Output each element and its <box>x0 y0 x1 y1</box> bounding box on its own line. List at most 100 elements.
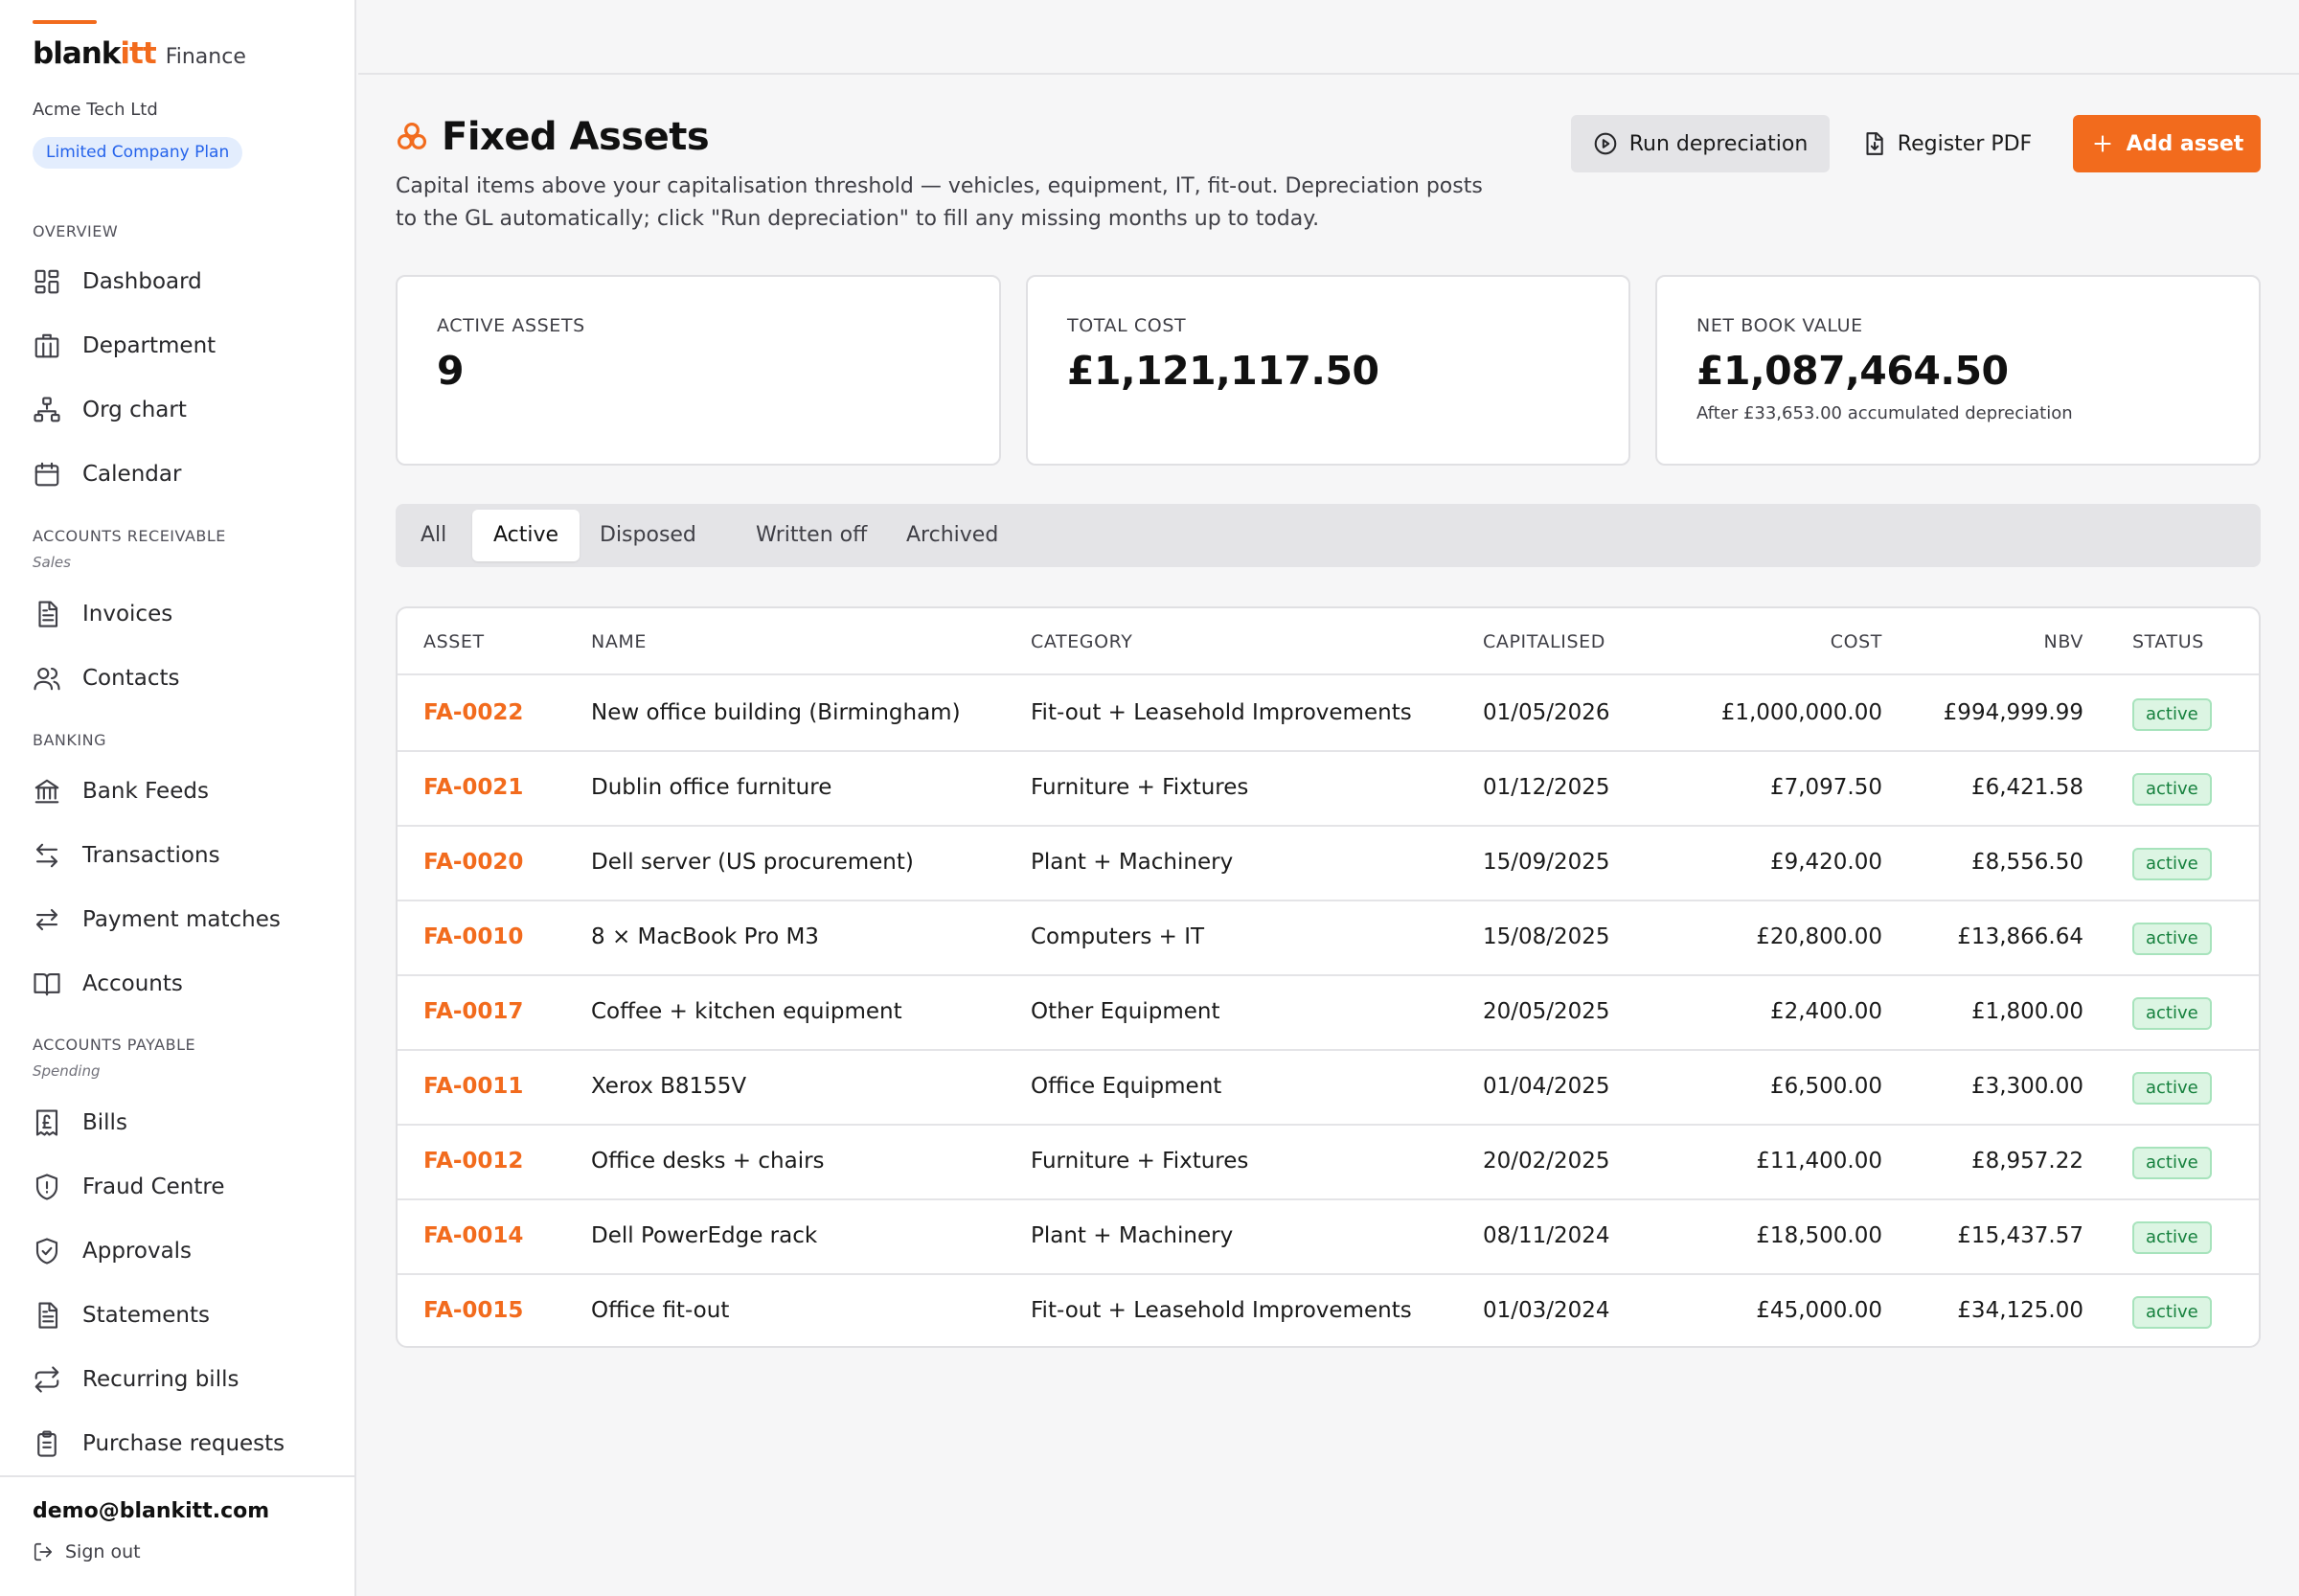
transactions-icon <box>35 843 58 868</box>
stat-label: NET BOOK VALUE <box>1696 315 1863 336</box>
sidebar-item-bank-feeds[interactable]: Bank Feeds <box>33 768 330 814</box>
add-asset-button[interactable]: Add asset <box>2073 115 2261 172</box>
sidebar-item-bills[interactable]: Bills <box>33 1100 330 1146</box>
tab-disposed[interactable]: Disposed <box>579 510 717 561</box>
register-pdf-button[interactable]: Register PDF <box>1851 115 2042 172</box>
column-header-capitalised[interactable]: CAPITALISED <box>1483 631 1605 652</box>
shield-check-icon <box>35 1238 58 1265</box>
asset-id-link[interactable]: FA-0017 <box>423 999 523 1024</box>
document-icon <box>38 601 58 627</box>
asset-cost: £1,000,000.00 <box>1720 700 1882 725</box>
sidebar-item-label: Department <box>82 333 216 358</box>
brand-logo[interactable]: blankitt Finance <box>33 36 246 71</box>
repeat-icon <box>34 1366 59 1393</box>
assets-icon <box>397 122 427 149</box>
asset-category: Furniture + Fixtures <box>1031 775 1249 800</box>
sidebar-item-payment-matches[interactable]: Payment matches <box>33 897 330 943</box>
asset-id-link[interactable]: FA-0022 <box>423 700 523 725</box>
table-row[interactable]: FA-0017 Coffee + kitchen equipment Other E… <box>398 976 2259 1051</box>
column-header-category[interactable]: CATEGORY <box>1031 631 1132 652</box>
asset-category: Plant + Machinery <box>1031 850 1234 875</box>
company-name: Acme Tech Ltd <box>33 100 158 120</box>
table-row[interactable]: FA-0010 8 × MacBook Pro M3 Computers + IT 1… <box>398 901 2259 976</box>
sidebar-item-label: Invoices <box>82 602 173 627</box>
table-row[interactable]: FA-0021 Dublin office furniture Furniture … <box>398 752 2259 827</box>
asset-category: Plant + Machinery <box>1031 1223 1234 1248</box>
asset-category: Office Equipment <box>1031 1074 1222 1099</box>
asset-cost: £45,000.00 <box>1756 1298 1882 1323</box>
sidebar-item-recurring-bills[interactable]: Recurring bills <box>33 1357 330 1402</box>
brand-accent-bar <box>33 20 97 24</box>
asset-name: Coffee + kitchen equipment <box>591 999 902 1024</box>
table-row[interactable]: FA-0020 Dell server (US procurement) Plant… <box>398 827 2259 901</box>
asset-category: Fit-out + Leasehold Improvements <box>1031 700 1412 725</box>
asset-capitalised-date: 08/11/2024 <box>1483 1223 1610 1248</box>
sidebar-item-label: Approvals <box>82 1239 193 1264</box>
assets-table: ASSET NAME CATEGORY CAPITALISED COST NBV… <box>396 606 2261 1348</box>
tab-all[interactable]: All <box>399 510 467 561</box>
tab-active[interactable]: Active <box>472 510 580 561</box>
sidebar-item-transactions[interactable]: Transactions <box>33 832 330 878</box>
asset-name: New office building (Birmingham) <box>591 700 961 725</box>
tab-written-off[interactable]: Written off <box>735 510 888 561</box>
sidebar-item-label: Payment matches <box>82 907 281 932</box>
sidebar-item-dashboard[interactable]: Dashboard <box>33 259 330 305</box>
column-header-cost[interactable]: COST <box>1831 631 1882 652</box>
status-badge: active <box>2132 997 2212 1030</box>
asset-capitalised-date: 15/08/2025 <box>1483 924 1610 949</box>
table-row[interactable]: FA-0012 Office desks + chairs Furniture + … <box>398 1126 2259 1200</box>
page-header: Fixed Assets <box>396 115 710 159</box>
org-chart-icon <box>34 397 60 422</box>
sidebar-item-label: Transactions <box>82 843 220 868</box>
stat-card-active-assets: ACTIVE ASSETS 9 <box>396 275 1001 466</box>
run-depreciation-button[interactable]: Run depreciation <box>1571 115 1830 172</box>
table-row[interactable]: FA-0014 Dell PowerEdge rack Plant + Machin… <box>398 1200 2259 1275</box>
stat-card-total-cost: TOTAL COST £1,121,117.50 <box>1026 275 1630 466</box>
sidebar-item-approvals[interactable]: Approvals <box>33 1228 330 1274</box>
sidebar-item-purchase-requests[interactable]: Purchase requests <box>33 1421 330 1467</box>
stat-value: 9 <box>437 348 465 394</box>
asset-name: Dublin office furniture <box>591 775 832 800</box>
status-badge: active <box>2132 1221 2212 1254</box>
stat-label: TOTAL COST <box>1067 315 1187 336</box>
sidebar-item-label: Contacts <box>82 666 180 691</box>
nav-section-banking: BANKING <box>33 731 106 749</box>
asset-id-link[interactable]: FA-0015 <box>423 1298 523 1323</box>
asset-id-link[interactable]: FA-0010 <box>423 924 523 949</box>
column-header-name[interactable]: NAME <box>591 631 647 652</box>
asset-id-link[interactable]: FA-0012 <box>423 1149 523 1174</box>
asset-nbv: £1,800.00 <box>1970 999 2083 1024</box>
sidebar-item-statements[interactable]: Statements <box>33 1292 330 1338</box>
nav-section-accounts-payable: ACCOUNTS PAYABLE <box>33 1036 196 1054</box>
asset-id-link[interactable]: FA-0011 <box>423 1074 523 1099</box>
status-badge: active <box>2132 773 2212 806</box>
asset-id-link[interactable]: FA-0020 <box>423 850 523 875</box>
column-header-status[interactable]: STATUS <box>2132 631 2204 652</box>
asset-id-link[interactable]: FA-0014 <box>423 1223 523 1248</box>
asset-capitalised-date: 20/02/2025 <box>1483 1149 1610 1174</box>
sidebar-item-department[interactable]: Department <box>33 323 330 369</box>
table-row[interactable]: FA-0011 Xerox B8155V Office Equipment 01/04… <box>398 1051 2259 1126</box>
table-row[interactable]: FA-0015 Office fit-out Fit-out + Leasehold… <box>398 1275 2259 1346</box>
sidebar-item-org-chart[interactable]: Org chart <box>33 387 330 433</box>
building-icon <box>34 333 59 358</box>
nav-section-accounts-receivable: ACCOUNTS RECEIVABLE <box>33 527 226 545</box>
sidebar-item-invoices[interactable]: Invoices <box>33 591 330 637</box>
asset-name: Dell server (US procurement) <box>591 850 914 875</box>
column-header-nbv[interactable]: NBV <box>2044 631 2083 652</box>
sidebar-item-calendar[interactable]: Calendar <box>33 451 330 497</box>
asset-id-link[interactable]: FA-0021 <box>423 775 523 800</box>
column-header-asset[interactable]: ASSET <box>423 631 485 652</box>
sidebar-item-label: Calendar <box>82 462 182 487</box>
asset-category: Other Equipment <box>1031 999 1220 1024</box>
nav-subtitle-sales: Sales <box>33 554 71 571</box>
sidebar-item-accounts[interactable]: Accounts <box>33 961 330 1007</box>
sidebar-item-label: Accounts <box>82 971 183 996</box>
tab-archived[interactable]: Archived <box>885 510 1019 561</box>
table-row[interactable]: FA-0022 New office building (Birmingham) F… <box>398 677 2259 752</box>
calendar-icon <box>34 462 59 487</box>
plus-icon <box>2094 135 2111 152</box>
sidebar-item-fraud-centre[interactable]: Fraud Centre <box>33 1164 330 1210</box>
sidebar-item-contacts[interactable]: Contacts <box>33 655 330 701</box>
sign-out-button[interactable]: Sign out <box>33 1541 141 1562</box>
